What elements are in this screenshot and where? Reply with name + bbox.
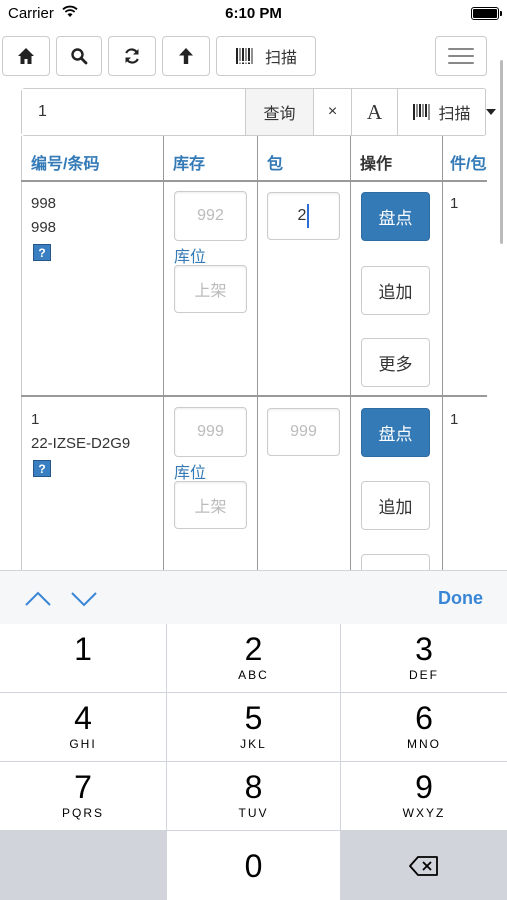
key-4[interactable]: 4 GHI <box>0 693 166 761</box>
hamburger-icon <box>448 48 474 50</box>
up-button[interactable] <box>162 36 210 76</box>
header-pack: 包 <box>267 156 284 173</box>
inventory-table: 编号/条码 库存 包 操作 件/包 998 998 ? 992 库位 上架 2 … <box>21 136 507 570</box>
item-barcode: 998 <box>31 219 57 236</box>
header-actions: 操作 <box>360 156 393 173</box>
header-per-pack: 件/包 <box>450 156 487 173</box>
done-button[interactable]: Done <box>438 588 483 609</box>
key-blank <box>0 831 166 900</box>
stock-input[interactable]: 999 <box>174 407 247 457</box>
font-button[interactable]: A <box>351 89 397 135</box>
key-3[interactable]: 3 DEF <box>341 624 507 692</box>
backspace-icon <box>409 856 438 876</box>
pack-input[interactable]: 2 <box>267 192 340 240</box>
header-stock: 库存 <box>173 156 206 173</box>
refresh-icon <box>125 48 139 64</box>
location-label: 库位 <box>174 465 207 482</box>
append-button[interactable]: 追加 <box>361 481 430 530</box>
clear-button[interactable]: × <box>313 89 351 135</box>
key-0[interactable]: 0 <box>167 831 340 900</box>
search-input[interactable] <box>22 89 245 135</box>
home-icon <box>18 48 34 64</box>
key-9[interactable]: 9 WXYZ <box>341 762 507 830</box>
help-icon[interactable]: ? <box>33 244 51 261</box>
dropdown-toggle[interactable] <box>485 89 496 135</box>
barcode-icon <box>235 48 253 64</box>
barcode-icon <box>413 104 430 120</box>
location-label: 库位 <box>174 249 207 266</box>
location-input[interactable]: 上架 <box>174 481 247 529</box>
chevron-down-icon[interactable] <box>70 589 98 607</box>
key-5[interactable]: 5 JKL <box>167 693 340 761</box>
key-2[interactable]: 2 ABC <box>167 624 340 692</box>
chevron-up-icon[interactable] <box>24 589 52 607</box>
append-button[interactable]: 追加 <box>361 266 430 315</box>
battery-icon <box>471 7 502 20</box>
per-pack-value: 1 <box>450 411 459 428</box>
header-code: 编号/条码 <box>31 156 100 173</box>
count-button[interactable]: 盘点 <box>361 408 430 457</box>
key-7[interactable]: 7 PQRS <box>0 762 166 830</box>
pack-input[interactable]: 999 <box>267 408 340 456</box>
font-icon: A <box>366 99 383 124</box>
search-scan-button[interactable]: 扫描 <box>397 89 485 135</box>
refresh-button[interactable] <box>108 36 156 76</box>
key-8[interactable]: 8 TUV <box>167 762 340 830</box>
home-button[interactable] <box>2 36 50 76</box>
location-input[interactable]: 上架 <box>174 265 247 313</box>
toolbar-scan-label: 扫描 <box>264 50 297 67</box>
status-bar: Carrier 6:10 PM <box>0 0 507 28</box>
search-bar: 查询 × A 扫描 <box>21 88 496 136</box>
caret-down-icon <box>486 109 496 115</box>
more-button[interactable]: 更多 <box>361 338 430 387</box>
search-icon <box>71 48 88 65</box>
keyboard-accessory-bar: Done <box>0 570 507 624</box>
arrow-up-icon <box>179 48 193 64</box>
scrollbar[interactable] <box>500 60 503 244</box>
toolbar-scan-button[interactable]: 扫描 <box>216 36 316 76</box>
key-1[interactable]: 1 <box>0 624 166 692</box>
clock: 6:10 PM <box>225 5 282 22</box>
help-icon[interactable]: ? <box>33 460 51 477</box>
close-icon: × <box>327 103 338 120</box>
numeric-keypad: 1 2 ABC 3 DEF 4 GHI 5 JKL 6 MNO 7 PQRS 8 TUV 9W… <box>0 624 507 900</box>
item-code: 1 <box>31 411 40 428</box>
menu-button[interactable] <box>435 36 487 76</box>
stock-input[interactable]: 992 <box>174 191 247 241</box>
query-button[interactable]: 查询 <box>245 89 313 135</box>
item-code: 998 <box>31 195 57 212</box>
item-barcode: 22-IZSE-D2G9 <box>31 435 131 452</box>
per-pack-value: 1 <box>450 195 459 212</box>
delete-key[interactable] <box>341 831 507 900</box>
count-button[interactable]: 盘点 <box>361 192 430 241</box>
text-cursor <box>307 204 310 228</box>
key-6[interactable]: 6 MNO <box>341 693 507 761</box>
search-button[interactable] <box>56 36 102 76</box>
more-button[interactable] <box>361 554 430 570</box>
